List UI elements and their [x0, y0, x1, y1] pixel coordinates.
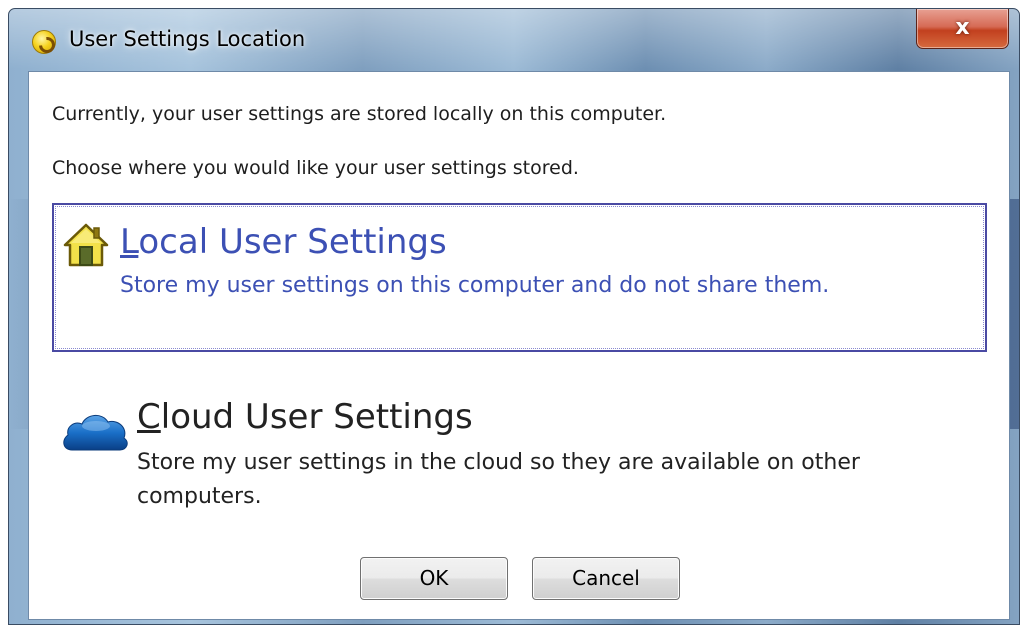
cloud-icon [63, 415, 128, 451]
window-bottom-border [9, 618, 1019, 624]
close-button[interactable]: x [916, 9, 1009, 49]
choose-location-text: Choose where you would like your user se… [52, 157, 579, 179]
cloud-settings-description: Store my user settings in the cloud so t… [137, 450, 860, 509]
local-settings-title: Local User Settings [120, 222, 447, 262]
title-bar[interactable]: User Settings Location x [9, 9, 1019, 71]
local-settings-description: Store my user settings on this computer … [120, 273, 830, 298]
house-icon [63, 223, 109, 267]
dialog-content: Currently, your user settings are stored… [28, 71, 1010, 620]
current-location-text: Currently, your user settings are stored… [52, 103, 667, 125]
cloud-settings-title: Cloud User Settings [137, 397, 473, 437]
cloud-settings-option[interactable]: Cloud User Settings Store my user settin… [52, 382, 987, 532]
window-title: User Settings Location [69, 27, 306, 51]
ok-button[interactable]: OK [360, 557, 508, 600]
local-settings-option[interactable]: Local User Settings Store my user settin… [52, 203, 987, 352]
app-icon [32, 30, 56, 54]
cancel-button[interactable]: Cancel [532, 557, 680, 600]
dialog-window: User Settings Location x Currently, your… [8, 8, 1020, 625]
